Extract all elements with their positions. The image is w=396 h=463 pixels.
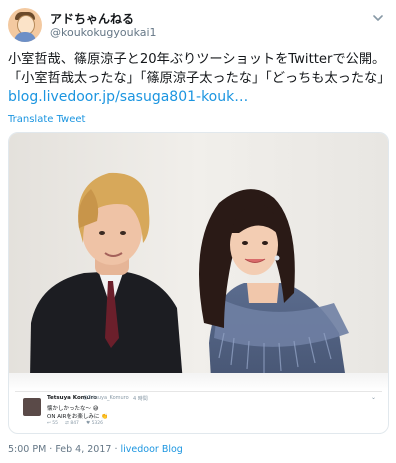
tweet-date[interactable]: Feb 4, 2017 bbox=[55, 444, 111, 455]
embedded-time: 4 時間 bbox=[133, 396, 148, 402]
tweet-text-line: 小室哲哉、篠原涼子と20年ぶりツーショットをTwitterで公開。 bbox=[8, 52, 386, 67]
author-handle[interactable]: @koukokugyoukai1 bbox=[50, 26, 157, 39]
tweet-link[interactable]: blog.livedoor.jp/sasuga801-kouk… bbox=[8, 88, 392, 107]
author-name[interactable]: アドちゃんねる bbox=[50, 10, 134, 27]
heart-icon: ♥ bbox=[86, 421, 91, 426]
tweet-source[interactable]: livedoor Blog bbox=[121, 444, 183, 455]
embedded-tweet-card: Tetsuya Komuro @Tetsuya_Komuro 4 時間 ⌄ 懐か… bbox=[15, 391, 382, 428]
embedded-avatar bbox=[23, 398, 41, 416]
chevron-down-icon[interactable] bbox=[370, 10, 386, 26]
embedded-text-line: 懐かしかったな〜 😅 bbox=[47, 404, 99, 412]
tweet-photo[interactable]: Tetsuya Komuro @Tetsuya_Komuro 4 時間 ⌄ 懐か… bbox=[8, 132, 389, 434]
avatar[interactable] bbox=[8, 8, 42, 42]
avatar-body bbox=[14, 32, 36, 42]
retweet-icon: ⇄ bbox=[65, 421, 69, 426]
retweet-count: 847 bbox=[70, 421, 79, 426]
tweet-header: アドちゃんねる @koukokugyoukai1 bbox=[8, 8, 388, 44]
tweet-meta: 5:00 PM · Feb 4, 2017 · livedoor Blog bbox=[8, 444, 183, 455]
embedded-actions: ↩ 55 ⇄ 847 ♥ 5326 bbox=[47, 421, 103, 426]
like-count: 5326 bbox=[91, 421, 104, 426]
tweet-time[interactable]: 5:00 PM bbox=[8, 444, 46, 455]
tweet-text-line: 「小室哲哉太ったな」「篠原涼子太ったな」「どっちも太ったな」 bbox=[8, 71, 391, 86]
embedded-handle: @Tetsuya_Komuro bbox=[83, 395, 129, 401]
tweet-text: 小室哲哉、篠原涼子と20年ぶりツーショットをTwitterで公開。 「小室哲哉太… bbox=[8, 50, 392, 107]
embedded-text: ON AIRをお楽しみに bbox=[47, 414, 100, 420]
reply-icon: ↩ bbox=[47, 421, 51, 426]
reply-count: 55 bbox=[52, 421, 58, 426]
embedded-text-line: ON AIRをお楽しみに 👏 bbox=[47, 412, 108, 420]
translate-tweet-link[interactable]: Translate Tweet bbox=[8, 114, 85, 125]
embedded-chevron-icon: ⌄ bbox=[370, 394, 376, 401]
clap-emoji-icon: 👏 bbox=[101, 414, 109, 420]
